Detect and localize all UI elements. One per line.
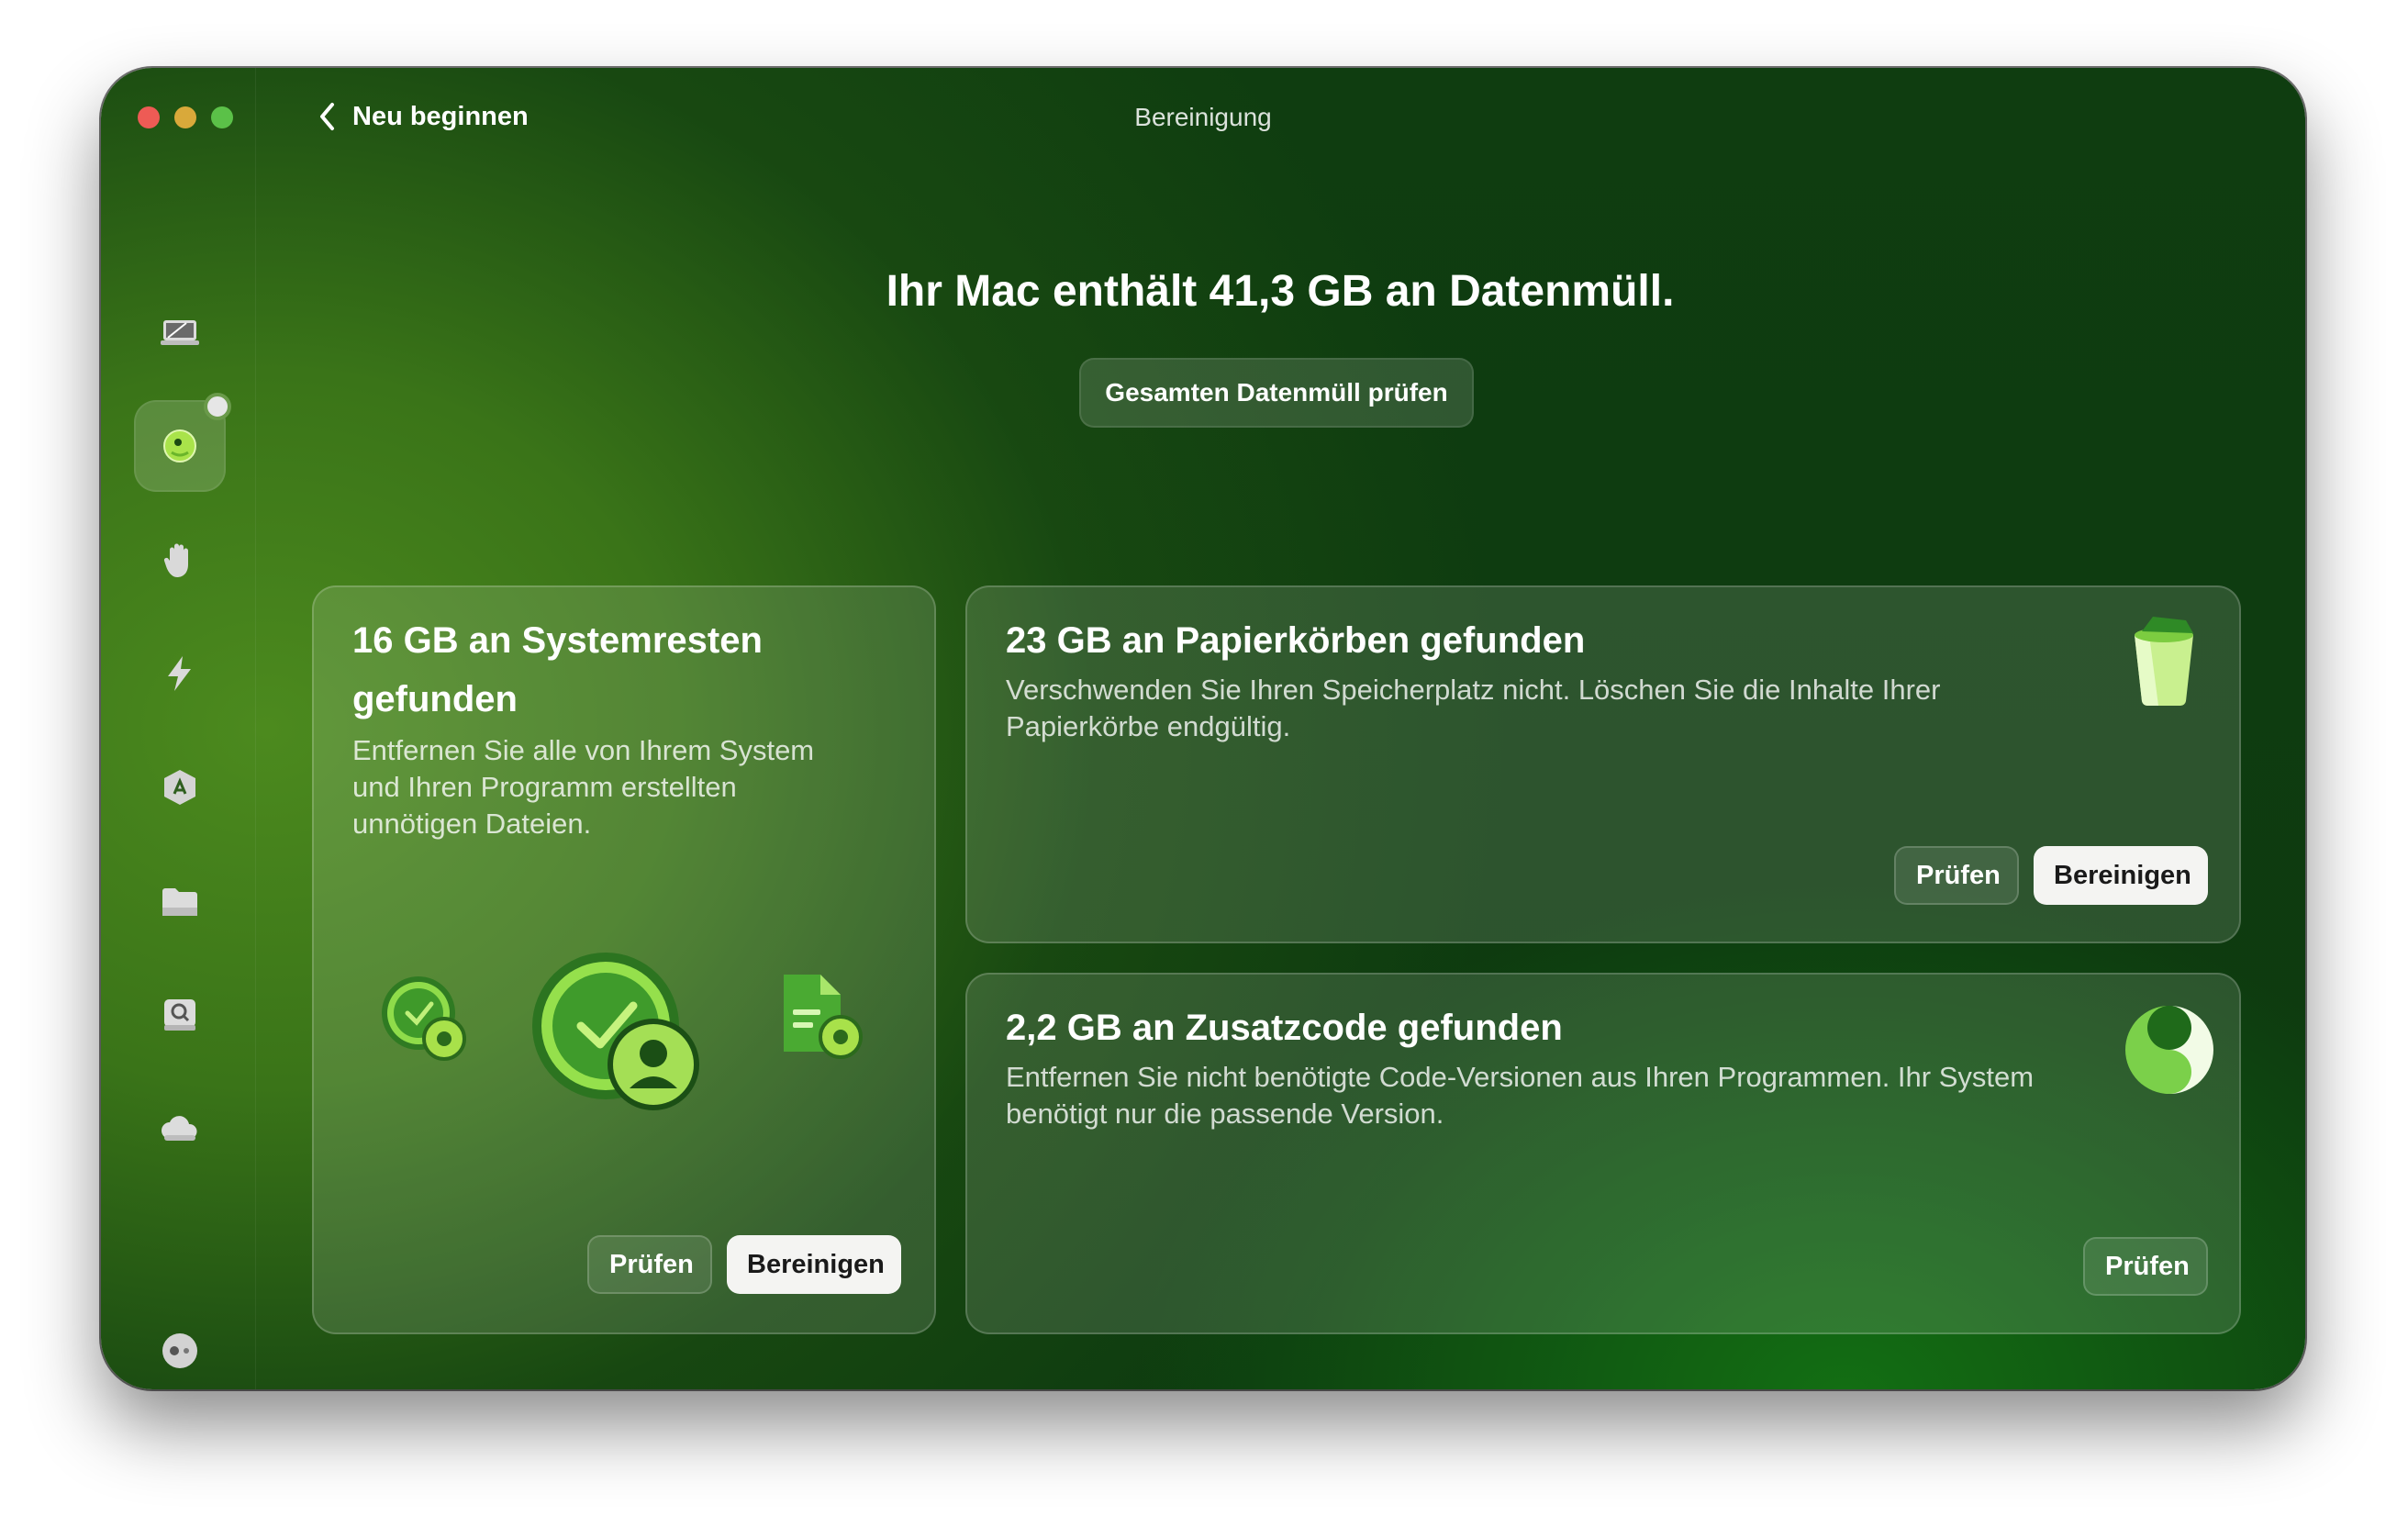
- card-title-line1: 16 GB an Systemresten: [352, 620, 763, 661]
- trash-bin-icon: [2135, 617, 2193, 707]
- card-description-line3: unnötigen Dateien.: [352, 808, 592, 840]
- card-description-line2: und Ihren Programm erstellten: [352, 771, 737, 803]
- card-title: 2,2 GB an Zusatzcode gefunden: [1006, 1008, 1563, 1048]
- sidebar-item-space-lens[interactable]: [134, 969, 226, 1061]
- sidebar-item-my-clutter[interactable]: [134, 855, 226, 947]
- card-description-line1: Entfernen Sie alle von Ihrem System: [352, 734, 815, 766]
- my-clutter-icon: [162, 888, 197, 916]
- clock-user-icon: [532, 953, 699, 1110]
- sidebar-item-cleanup[interactable]: [134, 393, 231, 492]
- review-trash-button[interactable]: Prüfen: [1894, 846, 2019, 905]
- card-description-line2: Papierkörbe endgültig.: [1006, 710, 1291, 742]
- sidebar: [101, 68, 256, 1389]
- trash-bins-card: 23 GB an Papierkörben gefunden Verschwen…: [965, 585, 2241, 943]
- assistant-icon: [162, 1333, 197, 1368]
- sidebar-item-smart-care[interactable]: [134, 286, 226, 378]
- clean-system-junk-button[interactable]: Bereinigen: [727, 1235, 901, 1294]
- app-window: Neu beginnen Bereinigung Ihr Mac enthält…: [101, 68, 2305, 1389]
- notification-dot: [204, 393, 231, 420]
- system-junk-card: 16 GB an Systemresten gefunden Entfernen…: [312, 585, 936, 1334]
- window-title: Bereinigung: [1134, 103, 1272, 131]
- sidebar-item-assistant[interactable]: [134, 1305, 226, 1389]
- clean-trash-button[interactable]: Bereinigen: [2034, 846, 2208, 905]
- sidebar-item-performance[interactable]: [134, 628, 226, 719]
- card-title-line2: gefunden: [352, 679, 518, 719]
- applications-icon: [164, 770, 195, 805]
- sidebar-item-protection[interactable]: [134, 514, 226, 606]
- card-description-line2: benötigt nur die passende Version.: [1006, 1098, 1444, 1130]
- review-all-junk-button[interactable]: Gesamten Datenmüll prüfen: [1079, 358, 1474, 428]
- extra-code-card: 2,2 GB an Zusatzcode gefunden Entfernen …: [965, 973, 2241, 1334]
- clock-gear-icon: [382, 976, 466, 1061]
- smart-care-icon: [161, 320, 199, 345]
- page-headline: Ihr Mac enthält 41,3 GB an Datenmüll.: [886, 267, 1675, 316]
- performance-icon: [168, 656, 191, 691]
- card-title: 23 GB an Papierkörben gefunden: [1006, 620, 1586, 661]
- space-lens-icon: [164, 999, 195, 1031]
- sidebar-item-applications[interactable]: [134, 741, 226, 833]
- sidebar-item-cloud[interactable]: [134, 1083, 226, 1175]
- card-description-line1: Verschwenden Sie Ihren Speicherplatz nic…: [1006, 674, 1941, 706]
- card-description-line1: Entfernen Sie nicht benötigte Code-Versi…: [1006, 1061, 2035, 1093]
- cloud-icon: [162, 1116, 197, 1141]
- review-system-junk-button[interactable]: Prüfen: [587, 1235, 712, 1294]
- cleanup-icon: [163, 429, 196, 463]
- file-gear-icon: [784, 975, 863, 1059]
- review-extra-code-button[interactable]: Prüfen: [2083, 1237, 2208, 1296]
- universal-binary-icon: [2125, 1006, 2213, 1094]
- protection-icon: [163, 543, 188, 577]
